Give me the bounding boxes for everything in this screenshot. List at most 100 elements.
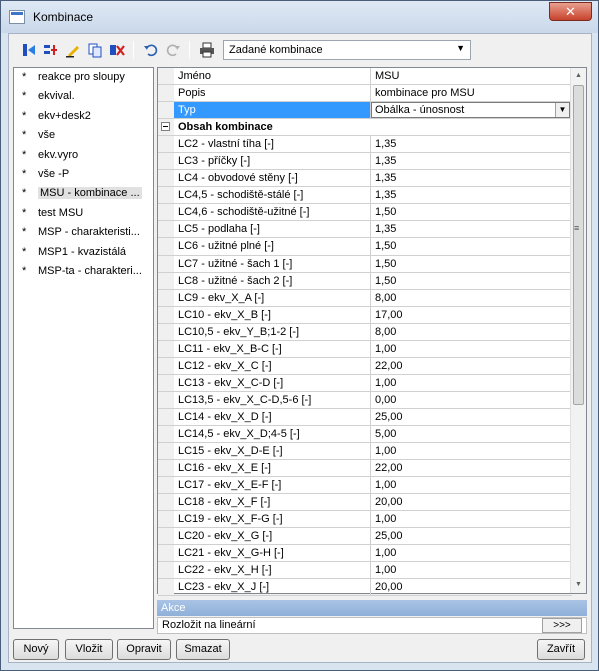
load-case-row[interactable]: LC13,5 - ekv_X_C-D,5-6 [-] 0,00 xyxy=(158,391,572,409)
load-case-factor-field[interactable]: 1,35 xyxy=(371,221,572,237)
close-window-button[interactable]: ✕ xyxy=(549,2,592,21)
load-case-row[interactable]: LC22 - ekv_X_H [-] 1,00 xyxy=(158,562,572,580)
load-case-row[interactable]: LC3 - příčky [-] 1,35 xyxy=(158,153,572,171)
load-case-factor-field[interactable]: 1,35 xyxy=(371,170,572,186)
insert-button[interactable]: Vložit xyxy=(65,639,113,660)
akce-row[interactable]: Rozložit na lineární >>> xyxy=(157,617,587,634)
load-case-name: LC18 - ekv_X_F [-] xyxy=(174,494,371,511)
edit-icon[interactable] xyxy=(63,40,83,60)
load-case-factor-field[interactable]: 22,00 xyxy=(371,460,572,476)
vertical-scrollbar[interactable]: ▲ ≡ ▼ xyxy=(570,68,586,593)
list-item[interactable]: * MSP-ta - charakteri... xyxy=(14,262,153,281)
load-case-row[interactable]: LC19 - ekv_X_F-G [-] 1,00 xyxy=(158,511,572,529)
load-case-factor-field[interactable]: 17,00 xyxy=(371,307,572,323)
close-button[interactable]: Zavřít xyxy=(537,639,585,660)
type-select[interactable]: Obálka - únosnost ▼ xyxy=(371,102,570,119)
load-case-row[interactable]: LC8 - užitné - šach 2 [-] 1,50 xyxy=(158,272,572,290)
load-case-factor-field[interactable]: 1,00 xyxy=(371,443,572,459)
scroll-thumb[interactable] xyxy=(573,85,584,405)
title-bar[interactable]: Kombinace ✕ xyxy=(1,1,598,33)
property-row-type[interactable]: Typ Obálka - únosnost ▼ xyxy=(158,102,572,120)
redo-icon[interactable] xyxy=(163,40,183,60)
akce-run-button[interactable]: >>> xyxy=(542,618,582,633)
load-case-factor-field[interactable]: 1,50 xyxy=(371,238,572,254)
list-item-selected[interactable]: * MSU - kombinace ... xyxy=(14,184,153,203)
list-item[interactable]: * reakce pro sloupy xyxy=(14,68,153,87)
load-case-row[interactable]: LC11 - ekv_X_B-C [-] 1,00 xyxy=(158,340,572,358)
load-case-row[interactable]: LC5 - podlaha [-] 1,35 xyxy=(158,221,572,239)
load-case-row[interactable]: LC9 - ekv_X_A [-] 8,00 xyxy=(158,289,572,307)
undo-icon[interactable] xyxy=(141,40,161,60)
load-case-factor-field[interactable]: 1,50 xyxy=(371,256,572,272)
list-item[interactable]: * ekv+desk2 xyxy=(14,107,153,126)
edit-button[interactable]: Opravit xyxy=(117,639,171,660)
list-item[interactable]: * ekv.vyro xyxy=(14,146,153,165)
property-label: Popis xyxy=(174,85,371,102)
list-item[interactable]: * test MSU xyxy=(14,204,153,223)
scroll-down-icon[interactable]: ▼ xyxy=(571,577,586,593)
load-case-factor-field[interactable]: 0,00 xyxy=(371,392,572,408)
load-case-row[interactable]: LC14 - ekv_X_D [-] 25,00 xyxy=(158,408,572,426)
load-case-row[interactable]: LC18 - ekv_X_F [-] 20,00 xyxy=(158,494,572,512)
load-case-row[interactable]: LC10,5 - ekv_Y_B;1-2 [-] 8,00 xyxy=(158,323,572,341)
load-case-factor-field[interactable]: 1,35 xyxy=(371,187,572,203)
load-case-factor-field[interactable]: 1,35 xyxy=(371,153,572,169)
property-row-description[interactable]: Popis kombinace pro MSU xyxy=(158,85,572,103)
name-field[interactable]: MSU xyxy=(371,68,572,84)
collapse-icon[interactable] xyxy=(161,122,170,132)
load-case-factor-field[interactable]: 1,00 xyxy=(371,375,572,391)
load-case-factor-field[interactable]: 1,00 xyxy=(371,511,572,527)
load-case-row[interactable]: LC4,6 - schodiště-užitné [-] 1,50 xyxy=(158,204,572,222)
load-case-factor-field[interactable]: 1,00 xyxy=(371,562,572,578)
combination-filter-select[interactable]: Zadané kombinace ▼ xyxy=(223,40,471,60)
load-case-row[interactable]: LC15 - ekv_X_D-E [-] 1,00 xyxy=(158,443,572,461)
load-case-factor-field[interactable]: 22,00 xyxy=(371,358,572,374)
print-icon[interactable] xyxy=(197,40,217,60)
load-case-row[interactable]: LC20 - ekv_X_G [-] 25,00 xyxy=(158,528,572,546)
load-case-factor-field[interactable]: 8,00 xyxy=(371,324,572,340)
property-grid[interactable]: Jméno MSU Popis kombinace pro MSU Typ Ob… xyxy=(157,67,587,597)
new-button[interactable]: Nový xyxy=(13,639,59,660)
load-case-row[interactable]: LC10 - ekv_X_B [-] 17,00 xyxy=(158,306,572,324)
load-case-factor-field[interactable]: 8,00 xyxy=(371,290,572,306)
load-case-factor-field[interactable]: 20,00 xyxy=(371,579,572,595)
load-case-factor-field[interactable]: 1,35 xyxy=(371,136,572,152)
list-item[interactable]: * MSP - charakteristi... xyxy=(14,223,153,242)
new-combination-icon[interactable] xyxy=(19,40,39,60)
load-case-factor-field[interactable]: 1,50 xyxy=(371,204,572,220)
load-case-row[interactable]: LC4,5 - schodiště-stálé [-] 1,35 xyxy=(158,187,572,205)
load-case-row[interactable]: LC17 - ekv_X_E-F [-] 1,00 xyxy=(158,477,572,495)
load-case-row[interactable]: LC4 - obvodové stěny [-] 1,35 xyxy=(158,170,572,188)
delete-button[interactable]: Smazat xyxy=(176,639,230,660)
list-item[interactable]: * vše xyxy=(14,126,153,145)
load-case-factor-field[interactable]: 1,00 xyxy=(371,341,572,357)
list-item[interactable]: * ekvival. xyxy=(14,87,153,106)
load-case-factor-field[interactable]: 5,00 xyxy=(371,426,572,442)
list-item[interactable]: * vše -P xyxy=(14,165,153,184)
load-case-row[interactable]: LC6 - užitné plné [-] 1,50 xyxy=(158,238,572,256)
load-case-row[interactable]: LC13 - ekv_X_C-D [-] 1,00 xyxy=(158,374,572,392)
load-case-factor-field[interactable]: 25,00 xyxy=(371,409,572,425)
load-case-row[interactable]: LC12 - ekv_X_C [-] 22,00 xyxy=(158,357,572,375)
load-case-row[interactable]: LC2 - vlastní tíha [-] 1,35 xyxy=(158,136,572,154)
delete-icon[interactable] xyxy=(107,40,127,60)
combination-list[interactable]: * reakce pro sloupy * ekvival. * ekv+desk2 … xyxy=(13,67,154,629)
load-case-factor-field[interactable]: 1,00 xyxy=(371,545,572,561)
load-case-factor-field[interactable]: 25,00 xyxy=(371,528,572,544)
description-field[interactable]: kombinace pro MSU xyxy=(371,85,572,101)
group-row-combination-content[interactable]: Obsah kombinace xyxy=(158,119,572,137)
load-case-factor-field[interactable]: 20,00 xyxy=(371,494,572,510)
load-case-row[interactable]: LC16 - ekv_X_E [-] 22,00 xyxy=(158,460,572,478)
property-row-name[interactable]: Jméno MSU xyxy=(158,68,572,86)
load-case-factor-field[interactable]: 1,00 xyxy=(371,477,572,493)
copy-icon[interactable] xyxy=(85,40,105,60)
load-case-row[interactable]: LC23 - ekv_X_J [-] 20,00 xyxy=(158,579,572,597)
list-item[interactable]: * MSP1 - kvazistálá xyxy=(14,243,153,262)
load-case-row[interactable]: LC7 - užitné - šach 1 [-] 1,50 xyxy=(158,255,572,273)
chevron-down-icon[interactable]: ▼ xyxy=(555,103,569,118)
add-combination-icon[interactable] xyxy=(41,40,61,60)
load-case-factor-field[interactable]: 1,50 xyxy=(371,273,572,289)
scroll-up-icon[interactable]: ▲ xyxy=(571,68,586,84)
load-case-row[interactable]: LC14,5 - ekv_X_D;4-5 [-] 5,00 xyxy=(158,425,572,444)
load-case-row[interactable]: LC21 - ekv_X_G-H [-] 1,00 xyxy=(158,545,572,563)
